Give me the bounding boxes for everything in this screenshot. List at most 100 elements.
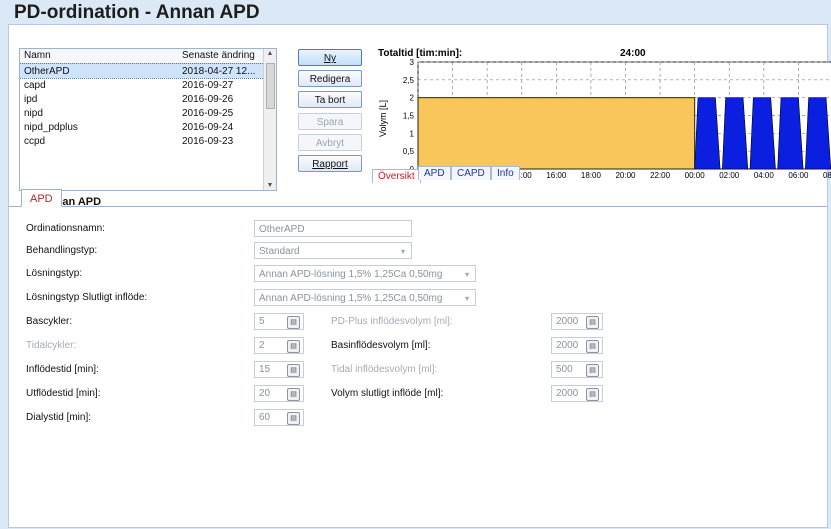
tidalcykler-value: 2	[259, 340, 265, 351]
bascykler-value: 5	[259, 316, 265, 327]
calculator-icon[interactable]: ▤	[287, 364, 300, 377]
list-item-date: 2018-04-27 12...	[182, 65, 256, 77]
x-tick-label: 08:00	[823, 171, 831, 180]
col-header-changed[interactable]: Senaste ändring	[182, 49, 262, 63]
tab-info[interactable]: Info	[491, 166, 520, 180]
dialystid-stepper[interactable]: 60 ▤	[254, 409, 304, 426]
y-tick-label: 2	[410, 94, 415, 103]
report-button[interactable]: Rapport	[298, 155, 362, 172]
save-button-label: Spara	[316, 117, 344, 128]
pdplus-value: 2000	[556, 316, 579, 327]
page-title: PD-ordination - Annan APD	[14, 2, 260, 23]
calculator-icon[interactable]: ▤	[287, 412, 300, 425]
label-bascykler: Bascykler:	[26, 316, 73, 327]
list-item[interactable]: OtherAPD 2018-04-27 12...	[20, 63, 276, 79]
x-tick-label: 22:00	[650, 171, 671, 180]
label-dialystid: Dialystid [min]:	[26, 412, 92, 423]
cycle-area	[694, 97, 721, 170]
col-header-name[interactable]: Namn	[20, 49, 182, 63]
list-item[interactable]: nipd_pdplus 2016-09-24	[20, 120, 276, 134]
volym-slut-stepper[interactable]: 2000 ▤	[551, 385, 603, 402]
list-item-date: 2016-09-23	[182, 135, 234, 147]
list-item[interactable]: ipd 2016-09-26	[20, 92, 276, 106]
x-tick-label: 18:00	[581, 171, 602, 180]
list-item-date: 2016-09-25	[182, 107, 234, 119]
calculator-icon[interactable]: ▤	[586, 316, 599, 329]
list-item-date: 2016-09-27	[182, 79, 234, 91]
report-button-label: Rapport	[312, 159, 348, 170]
calculator-icon[interactable]: ▤	[287, 388, 300, 401]
x-tick-label: 06:00	[788, 171, 809, 180]
behandlingstyp-select[interactable]: Standard	[254, 242, 412, 259]
bascykler-stepper[interactable]: 5 ▤	[254, 313, 304, 330]
calculator-icon[interactable]: ▤	[586, 388, 599, 401]
x-tick-label: 16:00	[546, 171, 567, 180]
scroll-thumb[interactable]	[266, 63, 275, 109]
delete-button[interactable]: Ta bort	[298, 91, 362, 108]
new-button-label: Ny	[323, 53, 337, 64]
calculator-icon[interactable]: ▤	[287, 316, 300, 329]
tab-oversikt[interactable]: Översikt	[372, 169, 421, 183]
label-behandlingstyp: Behandlingstyp:	[26, 245, 98, 256]
list-item-name: ccpd	[24, 135, 46, 147]
tidal-inflode-value: 500	[556, 364, 573, 375]
list-item[interactable]: capd 2016-09-27	[20, 78, 276, 92]
losningstyp-slut-select[interactable]: Annan APD-lösning 1,5% 1,25Ca 0,50mg	[254, 289, 476, 306]
y-tick-label: 3	[410, 58, 415, 67]
basinflode-stepper[interactable]: 2000 ▤	[551, 337, 603, 354]
y-tick-label: 2,5	[403, 76, 415, 85]
x-tick-label: 04:00	[754, 171, 775, 180]
calculator-icon[interactable]: ▤	[287, 340, 300, 353]
calculator-icon[interactable]: ▤	[586, 340, 599, 353]
volym-slut-value: 2000	[556, 388, 579, 399]
cycle-area	[749, 97, 776, 170]
calculator-icon[interactable]: ▤	[586, 364, 599, 377]
list-scrollbar[interactable]: ▲ ▼	[263, 49, 276, 190]
cycle-area	[805, 97, 831, 170]
list-header: Namn Senaste ändring	[20, 49, 276, 64]
y-tick-label: 0,5	[403, 147, 415, 156]
tidalcykler-stepper[interactable]: 2 ▤	[254, 337, 304, 354]
losningstyp-select[interactable]: Annan APD-lösning 1,5% 1,25Ca 0,50mg	[254, 265, 476, 282]
main-panel: Namn Senaste ändring OtherAPD 2018-04-27 …	[8, 24, 831, 528]
tidal-inflode-stepper[interactable]: 500 ▤	[551, 361, 603, 378]
new-button[interactable]: Ny	[298, 49, 362, 66]
tab-apd[interactable]: APD	[418, 166, 451, 180]
label-pdplus: PD-Plus inflödesvolym [ml]:	[331, 316, 453, 327]
utflodestid-stepper[interactable]: 20 ▤	[254, 385, 304, 402]
label-basinflode: Basinflödesvolym [ml]:	[331, 340, 431, 351]
tab-main-apd[interactable]: APD	[21, 189, 62, 207]
x-tick-label: 02:00	[719, 171, 740, 180]
scroll-up-icon[interactable]: ▲	[264, 50, 276, 57]
utflodestid-value: 20	[259, 388, 271, 399]
list-item-date: 2016-09-24	[182, 121, 234, 133]
label-ordinationsnamn: Ordinationsnamn:	[26, 223, 105, 234]
save-button[interactable]: Spara	[298, 113, 362, 130]
pdplus-stepper[interactable]: 2000 ▤	[551, 313, 603, 330]
list-item-date: 2016-09-26	[182, 93, 234, 105]
chart-total: 24:00	[620, 48, 646, 59]
label-losningstyp-slut: Lösningstyp Slutligt inflöde:	[26, 292, 148, 303]
prescription-list[interactable]: Namn Senaste ändring OtherAPD 2018-04-27 …	[19, 48, 277, 191]
list-item[interactable]: nipd 2016-09-25	[20, 106, 276, 120]
inflodestid-stepper[interactable]: 15 ▤	[254, 361, 304, 378]
tab-divider	[9, 206, 827, 207]
list-item-name: nipd	[24, 107, 43, 119]
edit-button-label: Redigera	[309, 74, 351, 85]
x-tick-label: 20:00	[615, 171, 636, 180]
tab-capd[interactable]: CAPD	[451, 166, 491, 180]
edit-button[interactable]: Redigera	[298, 70, 362, 87]
ordinationsnamn-field[interactable]: OtherAPD	[254, 220, 412, 237]
cancel-button[interactable]: Avbryt	[298, 134, 362, 151]
scroll-down-icon[interactable]: ▼	[264, 182, 276, 189]
dwell-area	[417, 97, 696, 170]
cancel-button-label: Avbryt	[315, 138, 345, 149]
label-losningstyp: Lösningstyp:	[26, 268, 83, 279]
y-tick-label: 1,5	[403, 112, 415, 121]
y-tick-label: 1	[410, 129, 415, 138]
x-tick-label: 00:00	[685, 171, 706, 180]
label-inflodestid: Inflödestid [min]:	[26, 364, 99, 375]
chart-ylabel: Volym [L]	[378, 100, 388, 137]
list-item[interactable]: ccpd 2016-09-23	[20, 134, 276, 148]
list-item-name: ipd	[24, 93, 38, 105]
